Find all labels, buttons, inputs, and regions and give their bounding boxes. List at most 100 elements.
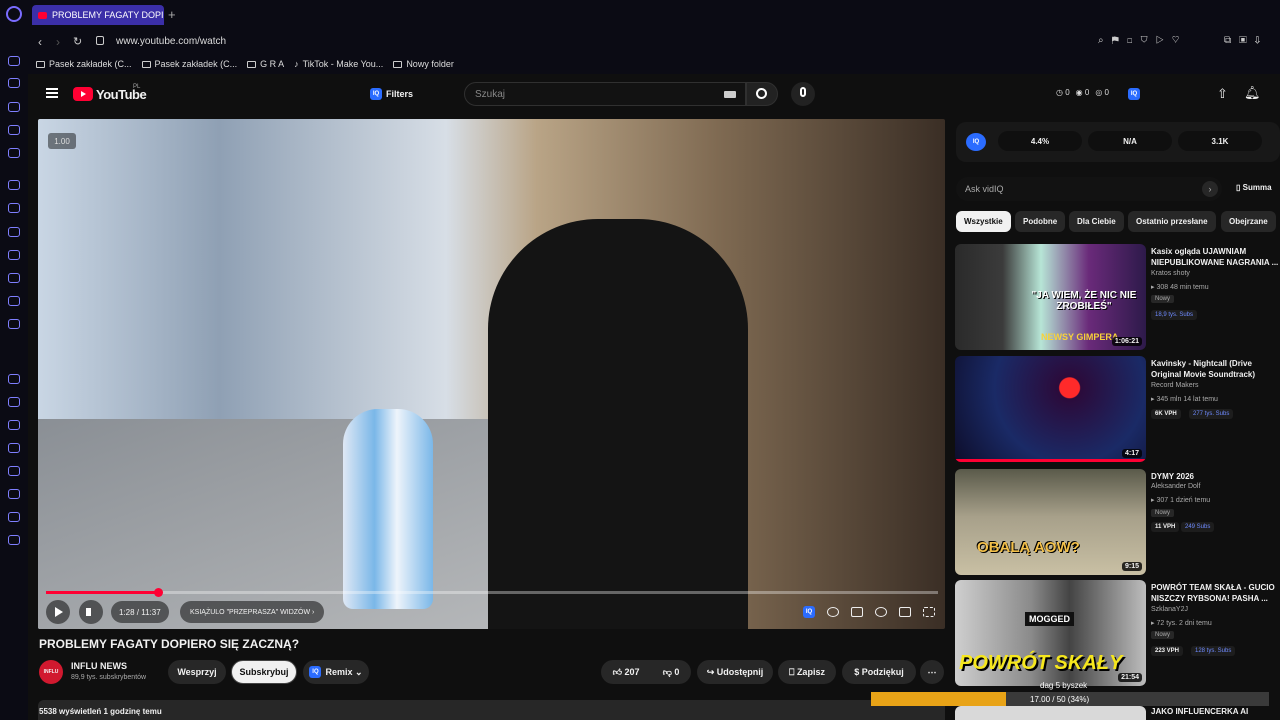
recommendation-item[interactable]: 4:17 Kavinsky - Nightcall (Drive Origina… xyxy=(955,356,1280,462)
autoplay-icon[interactable] xyxy=(827,607,839,617)
sidebar-icon[interactable] xyxy=(8,420,20,430)
rec-channel[interactable]: Aleksander Dolf xyxy=(1151,483,1200,490)
browser-tab[interactable]: PROBLEMY FAGATY DOPIE xyxy=(32,5,164,25)
sidebar-icon[interactable] xyxy=(8,512,20,522)
rec-channel[interactable]: SzklanaY2J xyxy=(1151,606,1188,613)
sidebar-icon[interactable] xyxy=(8,319,20,329)
bookmark-link[interactable]: ♪ TikTok - Make You... xyxy=(294,59,383,69)
time-display: 1:28 / 11:37 xyxy=(111,601,169,623)
video-thumbnail[interactable]: MOGGED POWRÓT SKAŁY 21:54 xyxy=(955,580,1146,686)
settings-icon[interactable] xyxy=(8,535,20,545)
share-button[interactable]: ↪ Udostępnij xyxy=(697,660,773,684)
sidebar-icon[interactable] xyxy=(8,374,20,384)
sidebar-icon[interactable] xyxy=(8,466,20,476)
dislike-button[interactable]: 👎︎ 0 xyxy=(663,667,680,678)
recommendation-item[interactable]: OBALĄ AOW? 9:15 DYMY 2026 Aleksander Dol… xyxy=(955,469,1280,575)
search-button[interactable] xyxy=(746,82,778,106)
chip-for-you[interactable]: Dla Ciebie xyxy=(1069,211,1124,232)
menu-icon[interactable] xyxy=(46,88,58,98)
progress-bar[interactable] xyxy=(46,588,938,597)
toolbar-icons[interactable]: ⌕⚑◻⛉▷♡ xyxy=(1098,35,1187,46)
recommendation-item[interactable]: MOGGED POWRÓT SKAŁY 21:54 POWRÓT TEAM SK… xyxy=(955,580,1280,686)
subscribe-button[interactable]: Subskrybuj xyxy=(231,660,297,684)
folder-icon xyxy=(36,60,45,68)
remix-button[interactable]: IQ Remix ⌄ xyxy=(303,660,369,684)
sidebar-icon[interactable] xyxy=(8,489,20,499)
summary-button[interactable]: ▯ Summa xyxy=(1236,183,1272,192)
upload-icon[interactable]: ⇧ xyxy=(1217,86,1228,102)
fullscreen-icon[interactable] xyxy=(923,607,935,617)
rec-title[interactable]: JAKO INFLUENCERKA AI xyxy=(1151,707,1248,716)
new-tab-button[interactable]: + xyxy=(168,7,176,22)
bookmark-folder[interactable]: Pasek zakładek (C... xyxy=(141,59,237,69)
back-icon[interactable]: ‹ xyxy=(38,35,42,49)
support-button[interactable]: Wesprzyj xyxy=(168,660,226,684)
keyboard-icon[interactable] xyxy=(724,91,736,98)
sidebar-icon[interactable] xyxy=(8,125,20,135)
sidebar-icon[interactable] xyxy=(8,273,20,283)
sidebar-icon[interactable] xyxy=(8,397,20,407)
video-scene-person xyxy=(488,219,748,629)
reload-icon[interactable]: ↻ xyxy=(73,35,82,48)
video-player[interactable] xyxy=(38,119,945,629)
recommendation-item[interactable]: "JA WIEM, ŻE NIC NIE ZROBIŁEŚ" NEWSY GIM… xyxy=(955,244,1280,350)
voice-search-button[interactable] xyxy=(791,82,815,106)
bookmark-folder[interactable]: Pasek zakładek (C... xyxy=(36,59,132,69)
theater-icon[interactable] xyxy=(899,607,911,617)
sidebar-icon[interactable] xyxy=(8,250,20,260)
filters-button[interactable]: IQ Filters xyxy=(364,85,421,103)
extension-icons[interactable]: ⧉▣⇩ xyxy=(1224,35,1268,46)
chip-all[interactable]: Wszystkie xyxy=(956,211,1011,232)
volume-button[interactable] xyxy=(79,600,103,624)
rec-title[interactable]: Kasix ogląda UJAWNIAM NIEPUBLIKOWANE NAG… xyxy=(1151,246,1280,268)
sidebar-icon[interactable] xyxy=(8,227,20,237)
sidebar-icon[interactable] xyxy=(8,180,20,190)
bookmark-folder[interactable]: G R A xyxy=(247,59,284,69)
subtitles-icon[interactable] xyxy=(851,607,863,617)
recommendation-thumbnail-partial[interactable] xyxy=(955,706,1146,720)
rec-title[interactable]: POWRÓT TEAM SKAŁA - GUCIO NISZCZY RYBSON… xyxy=(1151,582,1280,604)
bookmark-folder[interactable]: Nowy folder xyxy=(393,59,454,69)
rec-title[interactable]: DYMY 2026 xyxy=(1151,471,1280,482)
vidiq-icon[interactable]: IQ xyxy=(1128,88,1140,100)
sidebar-icon[interactable] xyxy=(8,443,20,453)
like-button[interactable]: 👍︎ 207 xyxy=(613,667,640,678)
player-controls-right: IQ xyxy=(755,601,935,623)
video-thumbnail[interactable]: OBALĄ AOW? 9:15 xyxy=(955,469,1146,575)
chip-recent[interactable]: Ostatnio przesłane xyxy=(1128,211,1216,232)
microphone-icon xyxy=(800,87,806,97)
playback-speed-badge[interactable]: 1.00 xyxy=(48,133,76,149)
settings-icon[interactable] xyxy=(875,607,887,617)
search-input[interactable]: Szukaj xyxy=(464,82,746,106)
rec-channel[interactable]: Kratos shoty xyxy=(1151,270,1190,277)
url-field[interactable]: www.youtube.com/watch xyxy=(116,36,226,47)
sidebar-icon[interactable] xyxy=(8,148,20,158)
rec-channel[interactable]: Record Makers xyxy=(1151,382,1198,389)
youtube-logo-icon[interactable] xyxy=(73,87,93,101)
vidiq-icon[interactable]: IQ xyxy=(966,133,986,151)
chip-similar[interactable]: Podobne xyxy=(1015,211,1066,232)
forward-icon[interactable]: › xyxy=(56,35,60,49)
opera-logo-icon[interactable] xyxy=(6,6,22,22)
rec-title[interactable]: Kavinsky - Nightcall (Drive Original Mov… xyxy=(1151,358,1280,380)
description-box[interactable] xyxy=(38,700,945,720)
video-thumbnail[interactable]: 4:17 xyxy=(955,356,1146,462)
channel-name[interactable]: INFLU NEWS xyxy=(71,661,127,671)
sidebar-icon[interactable] xyxy=(8,78,20,88)
video-thumbnail[interactable]: "JA WIEM, ŻE NIC NIE ZROBIŁEŚ" NEWSY GIM… xyxy=(955,244,1146,350)
ask-send-icon[interactable]: › xyxy=(1202,181,1218,197)
vidiq-icon[interactable]: IQ xyxy=(803,606,815,618)
chip-watched[interactable]: Obejrzane xyxy=(1221,211,1276,232)
chapter-button[interactable]: KSIĄŻULO "PRZEPRASZA" WIDZÓW › xyxy=(180,601,325,623)
play-button[interactable] xyxy=(46,600,70,624)
save-button[interactable]: ⎕ Zapisz xyxy=(778,660,836,684)
ask-vidiq-input[interactable]: Ask vidIQ xyxy=(956,177,1222,201)
sidebar-icon[interactable] xyxy=(8,296,20,306)
sidebar-icon[interactable] xyxy=(8,102,20,112)
thanks-button[interactable]: $ Podziękuj xyxy=(842,660,916,684)
notifications-icon[interactable]: 🔔︎ xyxy=(1244,85,1261,101)
channel-avatar[interactable]: INFLU xyxy=(39,660,63,684)
sidebar-icon[interactable] xyxy=(8,56,20,66)
more-actions-button[interactable]: ⋯ xyxy=(920,660,944,684)
sidebar-icon[interactable] xyxy=(8,203,20,213)
